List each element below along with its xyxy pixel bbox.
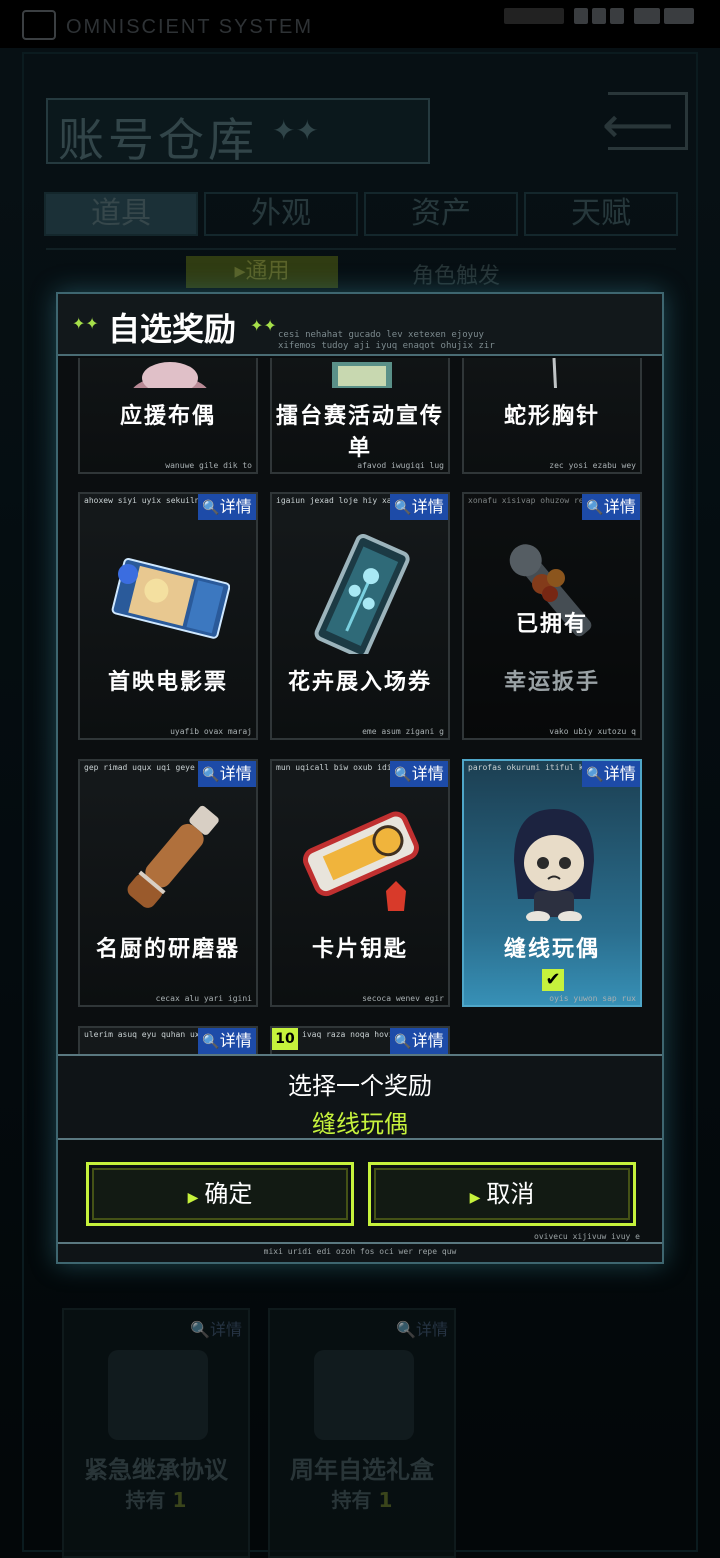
detail-button[interactable]: 🔍详情 xyxy=(198,1028,256,1054)
detail-button[interactable]: 🔍详情 xyxy=(390,761,448,787)
reward-grid[interactable]: 应援布偶 wanuwe gile dik to 擂台赛活动宣传单 afavod … xyxy=(58,358,662,1054)
reward-card[interactable]: 应援布偶 wanuwe gile dik to xyxy=(78,358,258,474)
flyer-icon xyxy=(302,358,422,390)
status-bar: OMNISCIENT SYSTEM xyxy=(0,0,720,48)
item-name: 缝线玩偶 xyxy=(503,937,600,962)
dialog-footer: ▶ 确定 ▶ 取消 ovivecu xijivuw ivuy e xyxy=(58,1140,662,1246)
magnifier-icon: 🔍 xyxy=(586,500,604,516)
item-name: 名厨的研磨器 xyxy=(95,937,240,962)
card-decor-text: afavod iwugiqi lug xyxy=(357,461,444,470)
header-decor-text: cesi nehahat gucado lev xetexen ejoyuy x… xyxy=(278,330,495,351)
reward-card[interactable]: xonafu xisivap ohuzow rex 已拥有 🔍详情 幸运扳手 v… xyxy=(462,492,642,740)
card-decor-text: eme asum zigani g xyxy=(362,727,444,736)
confirm-button[interactable]: ▶ 确定 xyxy=(86,1162,354,1226)
item-name: 应援布偶 xyxy=(119,404,216,429)
card-decor-text: oyis yuwon sap rux xyxy=(549,994,636,1003)
card-decor-text: gep rimad uqux uqi geye ju xyxy=(84,763,204,772)
reward-card[interactable]: mun uqicall biw oxub idip l 🔍详情 卡片钥匙 sec… xyxy=(270,759,450,1007)
snake-brooch-icon xyxy=(494,358,614,399)
play-icon: ▶ xyxy=(469,1190,481,1206)
checkmark-icon: ✔ xyxy=(542,969,564,991)
quantity-badge: 10 xyxy=(272,1028,298,1050)
card-decor-text: igaiun jexad loje hiy xaj fu xyxy=(276,496,396,505)
flower-ticket-icon xyxy=(302,534,422,659)
select-reward-dialog: ✦✦ 自选奖励 ✦✦ cesi nehahat gucado lev xetex… xyxy=(56,292,664,1264)
detail-button[interactable]: 🔍详情 xyxy=(198,761,256,787)
card-decor-text: parofas okurumi itiful keyir xyxy=(468,763,588,772)
play-icon: ▶ xyxy=(187,1190,199,1206)
item-name: 蛇形胸针 xyxy=(503,404,600,429)
detail-button[interactable]: 🔍详情 xyxy=(390,494,448,520)
selection-summary: 选择一个奖励 缝线玩偶 xyxy=(58,1054,662,1140)
detail-button[interactable]: 🔍详情 xyxy=(390,1028,448,1054)
selection-prompt: 选择一个奖励 xyxy=(288,1072,432,1100)
reward-card[interactable]: igaiun jexad loje hiy xaj fu 🔍详情 花卉展入场券 … xyxy=(270,492,450,740)
reward-card[interactable]: gep rimad uqux uqi geye ju 🔍详情 名厨的研磨器 ce… xyxy=(78,759,258,1007)
magnifier-icon: 🔍 xyxy=(394,500,412,516)
reward-card[interactable]: 擂台赛活动宣传单 afavod iwugiqi lug xyxy=(270,358,450,474)
detail-button[interactable]: 🔍详情 xyxy=(582,494,640,520)
card-decor-text: ahoxew siyi uyix sekuiln jo xyxy=(84,496,204,505)
reward-card[interactable]: 10 ivaq raza noqa hovini 🔍详情 xyxy=(270,1026,450,1054)
card-decor-text: uyafib ovax maraj xyxy=(170,727,252,736)
footer-decor-text: ovivecu xijivuw ivuy e xyxy=(534,1232,640,1241)
item-name: 花卉展入场券 xyxy=(287,670,432,695)
card-key-icon xyxy=(302,801,422,921)
cancel-button[interactable]: ▶ 取消 xyxy=(368,1162,636,1226)
item-name: 擂台赛活动宣传单 xyxy=(275,404,444,461)
sparkle-icon: ✦✦ xyxy=(250,316,277,335)
system-title: OMNISCIENT SYSTEM xyxy=(66,16,313,38)
detail-button[interactable]: 🔍详情 xyxy=(582,761,640,787)
stitched-doll-icon xyxy=(494,801,614,923)
detail-button[interactable]: 🔍详情 xyxy=(198,494,256,520)
pepper-grinder-icon xyxy=(110,801,230,921)
movie-ticket-icon xyxy=(110,534,231,654)
dialog-header: ✦✦ 自选奖励 ✦✦ cesi nehahat gucado lev xetex… xyxy=(58,294,662,356)
plush-doll-icon xyxy=(110,358,230,416)
card-decor-text: wanuwe gile dik to xyxy=(165,461,252,470)
magnifier-icon: 🔍 xyxy=(202,1034,220,1050)
owned-label: 已拥有 xyxy=(515,612,588,637)
bottom-decor-text: mixi uridi edi ozoh fos oci wer repe quw xyxy=(263,1247,457,1256)
sparkle-icon: ✦✦ xyxy=(72,314,99,333)
reward-card[interactable]: ahoxew siyi uyix sekuiln jo 🔍详情 首映电影票 uy… xyxy=(78,492,258,740)
dialog-bottom-bar: mixi uridi edi ozoh fos oci wer repe quw xyxy=(58,1242,662,1262)
magnifier-icon: 🔍 xyxy=(586,767,604,783)
system-logo-icon xyxy=(22,10,56,40)
card-decor-text: zec yosi ezabu wey xyxy=(549,461,636,470)
reward-card[interactable]: ulerim asuq eyu quhan uxu 🔍详情 xyxy=(78,1026,258,1054)
card-decor-text: ulerim asuq eyu quhan uxu xyxy=(84,1030,204,1039)
magnifier-icon: 🔍 xyxy=(394,767,412,783)
reward-card-selected[interactable]: parofas okurumi itiful keyir 🔍详情 缝线玩偶 ✔ … xyxy=(462,759,642,1007)
card-decor-text: secoca wenev egir xyxy=(362,994,444,1003)
item-name: 卡片钥匙 xyxy=(311,937,408,962)
item-name: 幸运扳手 xyxy=(503,670,600,695)
card-decor-text: cecax alu yari igini xyxy=(155,994,252,1003)
selected-reward-name: 缝线玩偶 xyxy=(312,1110,408,1138)
magnifier-icon: 🔍 xyxy=(394,1034,412,1050)
card-decor-text: vako ubiy xutozu q xyxy=(549,727,636,736)
dialog-title: 自选奖励 xyxy=(108,310,237,348)
reward-card[interactable]: 蛇形胸针 zec yosi ezabu wey xyxy=(462,358,642,474)
status-icons xyxy=(504,6,694,30)
item-name: 首映电影票 xyxy=(107,670,228,695)
magnifier-icon: 🔍 xyxy=(202,767,220,783)
card-decor-text: mun uqicall biw oxub idip l xyxy=(276,763,396,772)
magnifier-icon: 🔍 xyxy=(202,500,220,516)
